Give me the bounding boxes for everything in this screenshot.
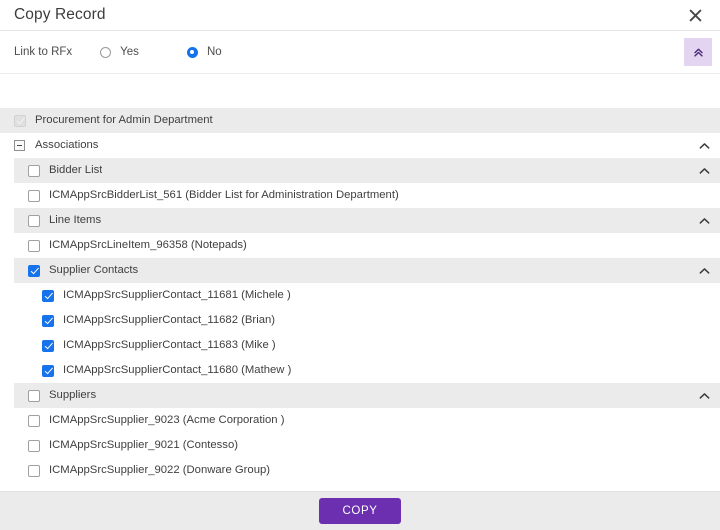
tree-row[interactable]: ICMAppSrcSupplierContact_11681 (Michele … — [0, 283, 720, 308]
double-chevron-up-icon[interactable] — [684, 38, 712, 66]
tree-row[interactable]: ICMAppSrcSupplier_9022 (Donware Group) — [0, 458, 720, 483]
tree-row[interactable]: ICMAppSrcBidderList_561 (Bidder List for… — [0, 183, 720, 208]
row-checkbox[interactable] — [28, 464, 40, 477]
link-to-rfx-toolbar: Link to RFx Yes No — [0, 31, 720, 74]
row-checkbox[interactable] — [28, 239, 40, 252]
close-icon[interactable] — [686, 6, 704, 24]
tree-row-label: Associations — [35, 139, 99, 151]
toolbar-tree-gap — [0, 74, 720, 108]
tree-row[interactable]: ICMAppSrcSupplierContact_11680 (Mathew ) — [0, 358, 720, 383]
row-checkbox[interactable] — [42, 289, 54, 302]
row-checkbox[interactable] — [28, 189, 40, 202]
row-checkbox[interactable] — [28, 439, 40, 452]
tree-row[interactable]: ICMAppSrcLineItem_96358 (Notepads) — [0, 233, 720, 258]
chevron-up-icon[interactable] — [699, 167, 710, 174]
link-to-rfx-radio-group: Yes No — [100, 46, 222, 58]
tree-row-label: ICMAppSrcSupplier_9023 (Acme Corporation… — [49, 414, 285, 426]
radio-yes-mark[interactable] — [100, 46, 112, 58]
tree-row[interactable]: ICMAppSrcSupplierContact_11683 (Mike ) — [0, 333, 720, 358]
copy-record-dialog: Copy Record Link to RFx Yes No Procureme… — [0, 0, 720, 530]
tree-row-label: Supplier Contacts — [49, 264, 139, 276]
tree-row[interactable]: Line Items — [14, 208, 720, 233]
tree-row-label: ICMAppSrcBidderList_561 (Bidder List for… — [49, 189, 399, 201]
row-checkbox[interactable] — [42, 314, 54, 327]
tree-row-label: ICMAppSrcLineItem_96358 (Notepads) — [49, 239, 247, 251]
chevron-up-icon[interactable] — [699, 217, 710, 224]
tree-row[interactable]: ICMAppSrcSupplierContact_11682 (Brian) — [0, 308, 720, 333]
tree-row-label: ICMAppSrcSupplier_9022 (Donware Group) — [49, 464, 271, 476]
dialog-title: Copy Record — [14, 6, 106, 24]
dialog-footer: COPY — [0, 491, 720, 530]
radio-no-mark[interactable] — [186, 46, 198, 58]
collapse-minus-icon[interactable] — [14, 140, 25, 151]
radio-yes-label: Yes — [120, 46, 139, 58]
link-to-rfx-label: Link to RFx — [14, 46, 73, 58]
tree-row-label: Bidder List — [49, 164, 103, 176]
tree-row[interactable]: ICMAppSrcSupplier_9023 (Acme Corporation… — [0, 408, 720, 433]
tree-row-label: ICMAppSrcSupplierContact_11682 (Brian) — [63, 314, 276, 326]
tree-row-label: ICMAppSrcSupplier_9021 (Contesso) — [49, 439, 239, 451]
copy-button[interactable]: COPY — [319, 498, 401, 524]
chevron-up-icon[interactable] — [699, 142, 710, 149]
tree-row-label: ICMAppSrcSupplierContact_11681 (Michele … — [63, 289, 291, 301]
tree-row[interactable]: Associations — [0, 133, 720, 158]
chevron-up-icon[interactable] — [699, 267, 710, 274]
radio-option-no[interactable]: No — [186, 46, 222, 58]
row-checkbox[interactable] — [28, 264, 40, 277]
tree-row-label: ICMAppSrcSupplierContact_11683 (Mike ) — [63, 339, 276, 351]
tree-row-label: Procurement for Admin Department — [35, 114, 213, 126]
tree-row[interactable]: Procurement for Admin Department — [0, 108, 720, 133]
tree-row[interactable]: Suppliers — [14, 383, 720, 408]
row-checkbox[interactable] — [28, 389, 40, 402]
radio-no-label: No — [206, 46, 222, 58]
row-checkbox[interactable] — [42, 364, 54, 377]
tree-row[interactable]: Bidder List — [14, 158, 720, 183]
tree-row[interactable]: ICMAppSrcSupplier_9021 (Contesso) — [0, 433, 720, 458]
copy-record-tree: Procurement for Admin Department Associat… — [0, 108, 720, 491]
row-checkbox[interactable] — [28, 414, 40, 427]
row-checkbox[interactable] — [28, 164, 40, 177]
tree-row-label: Line Items — [49, 214, 102, 226]
radio-option-yes[interactable]: Yes — [100, 46, 139, 58]
row-checkbox[interactable] — [28, 214, 40, 227]
tree-row-label: ICMAppSrcSupplierContact_11680 (Mathew ) — [63, 364, 292, 376]
chevron-up-icon[interactable] — [699, 392, 710, 399]
row-checkbox[interactable] — [42, 339, 54, 352]
row-checkbox — [14, 114, 26, 127]
dialog-titlebar: Copy Record — [0, 0, 720, 31]
tree-row-label: Suppliers — [49, 389, 97, 401]
tree-row[interactable]: Supplier Contacts — [14, 258, 720, 283]
